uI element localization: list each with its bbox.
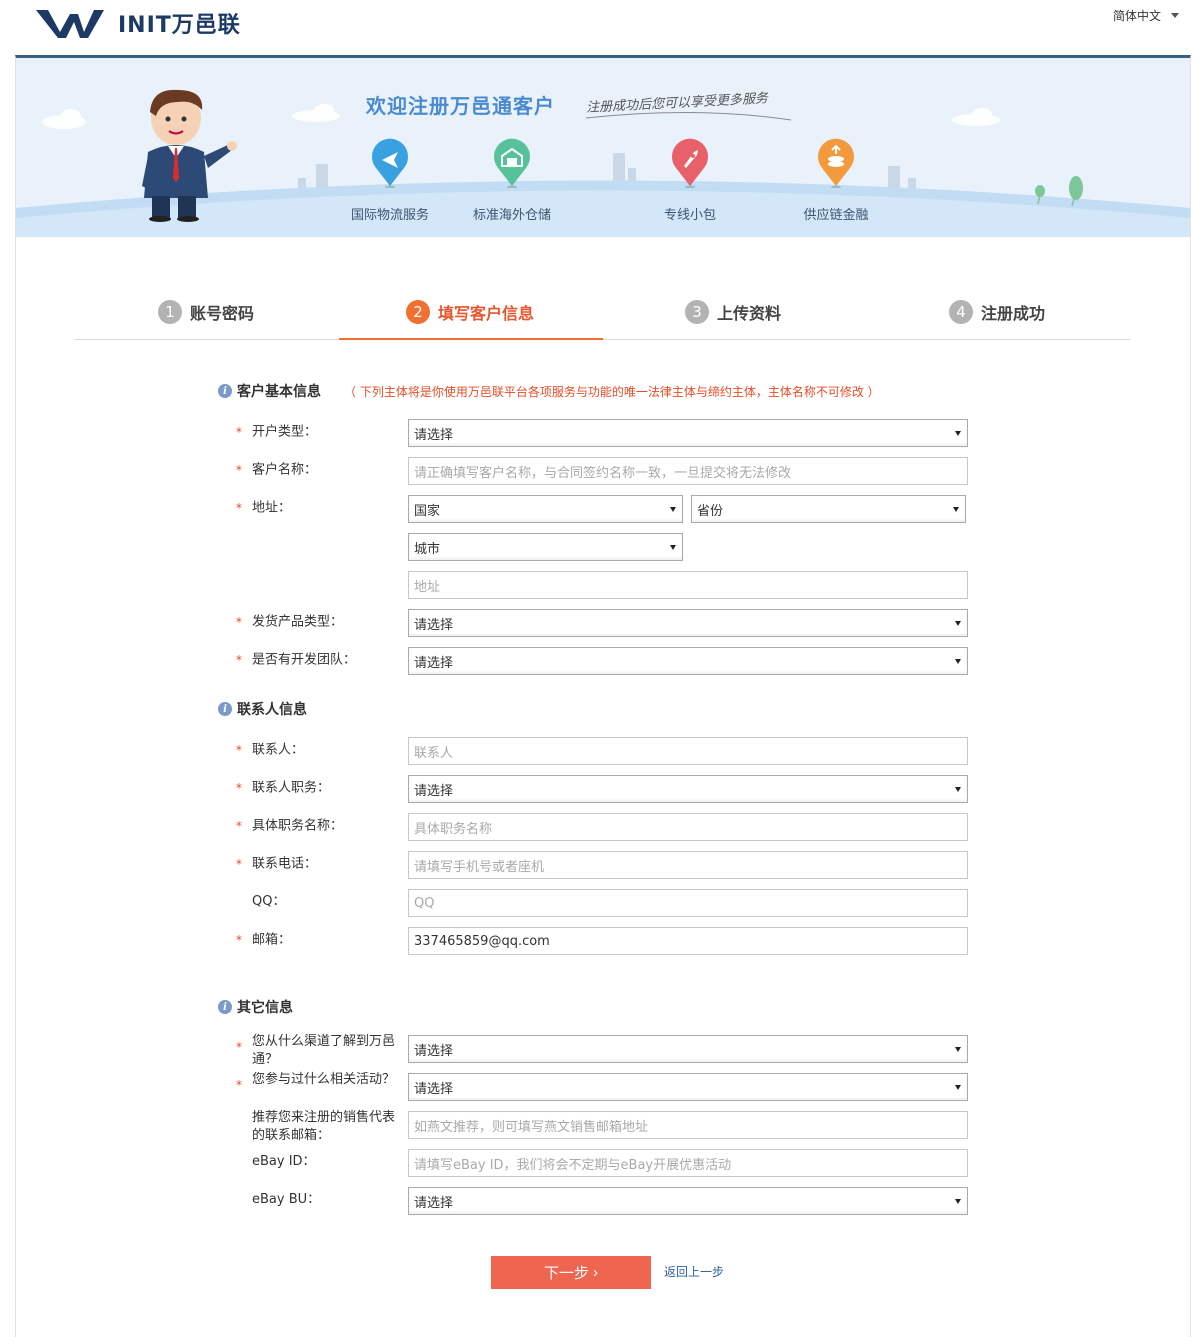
section-title: 客户基本信息 <box>237 384 321 400</box>
logo-mark-icon <box>36 10 104 38</box>
page-frame <box>15 55 1191 1337</box>
service-label: 供应链金融 <box>803 208 869 223</box>
step-label: 上传资料 <box>717 304 782 323</box>
logo-text: INIT万邑联 <box>118 13 241 38</box>
logo[interactable]: INIT万邑联 <box>36 4 241 42</box>
step-number: 3 <box>685 300 709 324</box>
plane-icon <box>370 138 410 189</box>
qq-input[interactable]: QQ <box>408 889 968 917</box>
next-step-label: 下一步 <box>543 1265 589 1282</box>
welcome-banner: 欢迎注册万邑通客户 注册成功后您可以享受更多服务 国际物流服务 标准海外仓储 专… <box>16 58 1190 237</box>
customer-name-input[interactable]: 请正确填写客户名称，与合同签约名称一致，一旦提交将无法修改 <box>408 457 968 485</box>
step-number: 2 <box>406 300 430 324</box>
step-label: 注册成功 <box>981 304 1046 323</box>
section-note: （ 下列主体将是你使用万邑联平台各项服务与功能的唯一法律主体与缔约主体，主体名称… <box>344 384 880 399</box>
phone-input[interactable]: 请填写手机号或者座机 <box>408 851 968 879</box>
referrer-email-input[interactable]: 如燕文推荐，则可填写燕文销售邮箱地址 <box>408 1111 968 1139</box>
city-select[interactable]: 城市 <box>408 533 683 561</box>
businessman-illustration <box>142 89 237 222</box>
province-select[interactable]: 省份 <box>691 495 966 523</box>
address-input[interactable]: 地址 <box>408 571 968 599</box>
service-finance: 供应链金融 <box>776 138 896 223</box>
active-step-indicator <box>339 338 603 340</box>
phone-label: * 联系电话： <box>236 856 318 872</box>
contact-role-label: * 联系人职务： <box>236 780 331 796</box>
role-name-input[interactable]: 具体职务名称 <box>408 813 968 841</box>
step-number: 1 <box>158 300 182 324</box>
step-label: 账号密码 <box>190 304 255 323</box>
address-label: * 地址： <box>236 500 292 516</box>
section-basic-info: i 客户基本信息 （ 下列主体将是你使用万邑联平台各项服务与功能的唯一法律主体与… <box>218 381 880 401</box>
channel-select[interactable]: 请选择 <box>408 1035 968 1063</box>
section-title: 其它信息 <box>237 1000 293 1016</box>
registration-steps: 1 账号密码 2 填写客户信息 3 上传资料 4 注册成功 <box>75 300 1131 340</box>
language-selector[interactable]: 简体中文 <box>1113 7 1179 24</box>
country-select[interactable]: 国家 <box>408 495 683 523</box>
back-link[interactable]: 返回上一步 <box>664 1263 724 1280</box>
ebay-bu-select[interactable]: 请选择 <box>408 1187 968 1215</box>
banner-title: 欢迎注册万邑通客户 <box>366 94 555 118</box>
dev-team-label: * 是否有开发团队： <box>236 652 357 668</box>
next-step-button[interactable]: 下一步 › <box>491 1256 651 1289</box>
service-label: 国际物流服务 <box>350 208 429 223</box>
referrer-label: 推荐您来注册的销售代表的联系邮箱： <box>252 1110 396 1143</box>
service-label: 专线小包 <box>663 208 716 223</box>
activities-label: * 您参与过什么相关活动？ <box>236 1072 396 1092</box>
section-title: 联系人信息 <box>237 702 307 718</box>
customer-name-label: * 客户名称： <box>236 462 318 478</box>
role-name-label: * 具体职务名称： <box>236 818 344 834</box>
qq-label: QQ： <box>252 894 286 909</box>
chevron-down-icon <box>1171 13 1179 18</box>
service-label: 标准海外仓储 <box>472 208 551 223</box>
language-label: 简体中文 <box>1112 9 1161 23</box>
account-type-select[interactable]: 请选择 <box>408 419 968 447</box>
product-type-label: * 发货产品类型： <box>236 614 344 630</box>
step-label: 填写客户信息 <box>438 304 535 323</box>
section-other-info: i 其它信息 <box>218 997 293 1017</box>
warehouse-icon <box>492 138 532 189</box>
ebay-id-input[interactable]: 请填写eBay ID，我们将会不定期与eBay开展优惠活动 <box>408 1149 968 1177</box>
dev-team-select[interactable]: 请选择 <box>408 647 968 675</box>
contact-person-label: * 联系人： <box>236 742 305 758</box>
service-parcel: 专线小包 <box>630 138 750 223</box>
info-icon: i <box>218 384 232 398</box>
service-warehouse: 标准海外仓储 <box>452 138 572 223</box>
step-upload: 3 上传资料 <box>685 300 781 340</box>
service-logistics: 国际物流服务 <box>330 138 450 223</box>
account-type-label: * 开户类型： <box>236 424 318 440</box>
step-customer-info: 2 填写客户信息 <box>406 300 534 340</box>
chevron-right-icon: › <box>593 1264 598 1281</box>
info-icon: i <box>218 702 232 716</box>
coins-icon <box>816 138 856 189</box>
product-type-select[interactable]: 请选择 <box>408 609 968 637</box>
rocket-icon <box>670 138 710 189</box>
email-label: * 邮箱： <box>236 932 292 948</box>
ebay-id-label: eBay ID： <box>252 1154 316 1169</box>
step-number: 4 <box>949 300 973 324</box>
email-input[interactable]: 337465859@qq.com <box>408 927 968 955</box>
channel-label: * 您从什么渠道了解到万邑通？ <box>236 1034 396 1067</box>
contact-person-input[interactable]: 联系人 <box>408 737 968 765</box>
section-contact-info: i 联系人信息 <box>218 699 307 719</box>
step-success: 4 注册成功 <box>949 300 1045 340</box>
ebay-bu-label: eBay BU： <box>252 1192 321 1207</box>
info-icon: i <box>218 1000 232 1014</box>
contact-role-select[interactable]: 请选择 <box>408 775 968 803</box>
step-account: 1 账号密码 <box>158 300 254 340</box>
activities-select[interactable]: 请选择 <box>408 1073 968 1101</box>
